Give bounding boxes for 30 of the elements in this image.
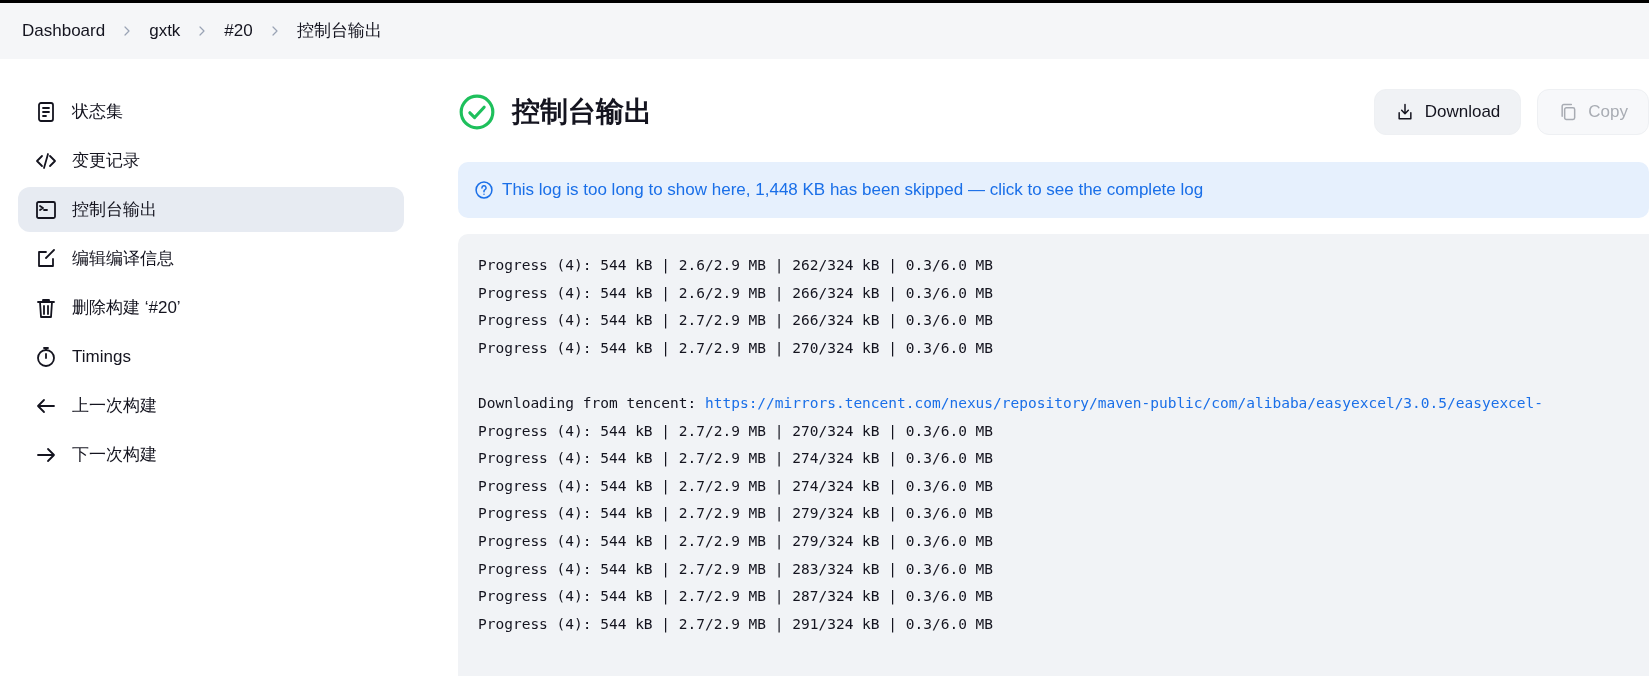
sidebar-item[interactable]: 下一次构建 [18,432,404,477]
log-line: Downloading from tencent: [478,394,697,411]
log-line: Progress (4): 544 kB | 2.7/2.9 MB | 291/324 kB | 0.3/6.0 MB [478,615,994,632]
log-line: Progress (4): 544 kB | 2.7/2.9 MB | 270/324 kB | 0.3/6.0 MB [478,422,994,439]
log-line: Progress (4): 544 kB | 2.6/2.9 MB | 266/324 kB | 0.3/6.0 MB [478,284,994,301]
sidebar-item[interactable]: 状态集 [18,89,404,134]
sidebar-item[interactable]: 上一次构建 [18,383,404,428]
log-line: Progress (4): 544 kB | 2.7/2.9 MB | 283/324 kB | 0.3/6.0 MB [478,560,994,577]
sidebar-item[interactable]: 编辑编译信息 [18,236,404,281]
toolbar-button[interactable]: Download [1373,89,1522,135]
help-circle-icon [474,180,494,200]
stopwatch-icon [34,344,58,369]
log-line: Progress (4): 544 kB | 2.7/2.9 MB | 270/324 kB | 0.3/6.0 MB [478,339,994,356]
sidebar-item[interactable]: 变更记录 [18,138,404,183]
log-line: Progress (4): 544 kB | 2.7/2.9 MB | 274/324 kB | 0.3/6.0 MB [478,450,994,467]
log-line: Progress (4): 544 kB | 2.7/2.9 MB | 287/324 kB | 0.3/6.0 MB [478,588,994,605]
log-line: Progress (4): 544 kB | 2.7/2.9 MB | 266/324 kB | 0.3/6.0 MB [478,312,994,329]
log-line: Progress (4): 544 kB | 2.7/2.9 MB | 279/324 kB | 0.3/6.0 MB [478,505,994,522]
sidebar-item[interactable]: 控制台输出 [18,187,404,232]
breadcrumb-link[interactable]: gxtk [149,18,181,44]
log-line: Progress (4): 544 kB | 2.7/2.9 MB | 274/324 kB | 0.3/6.0 MB [478,477,994,494]
log-url-link[interactable]: https://mirrors.tencent.com/nexus/repository/maven-public/com/alibaba/easyexcel/3.0.5/easyexcel- [705,394,1544,411]
log-line: Progress (4): 544 kB | 2.6/2.9 MB | 262/324 kB | 0.3/6.0 MB [478,257,994,273]
page-title: 控制台输出 [512,95,652,129]
breadcrumb-link[interactable]: Dashboard [22,18,106,44]
breadcrumb-link[interactable]: 控制台输出 [296,18,382,44]
breadcrumb-link[interactable]: #20 [224,18,253,44]
sidebar-item[interactable]: Timings [18,334,404,379]
sidebar-item[interactable]: 删除构建 ‘#20’ [18,285,404,330]
log-line: Progress (4): 544 kB | 2.7/2.9 MB | 279/324 kB | 0.3/6.0 MB [478,532,994,549]
